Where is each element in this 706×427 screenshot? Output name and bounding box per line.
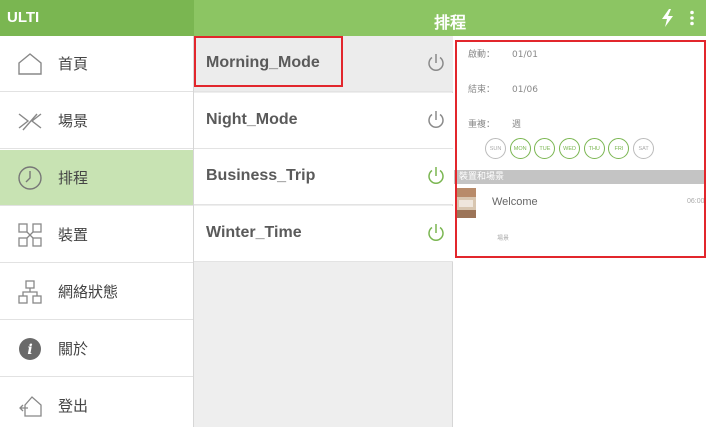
sidebar-item-scene[interactable]: 場景 (0, 93, 193, 149)
schedule-item-business-trip[interactable]: Business_Trip (194, 149, 453, 205)
page-title: 排程 (433, 13, 466, 32)
more-vert-icon[interactable] (689, 10, 695, 26)
power-toggle-icon[interactable] (426, 53, 446, 73)
clock-icon (16, 164, 44, 192)
scene-icon (16, 107, 44, 135)
logout-icon (16, 392, 44, 420)
home-icon (16, 50, 44, 78)
schedule-item-winter-time[interactable]: Winter_Time (194, 206, 453, 262)
bolt-icon[interactable] (661, 9, 675, 27)
schedule-item-night-mode[interactable]: Night_Mode (194, 93, 453, 149)
svg-text:i: i (27, 342, 32, 358)
sidebar-item-label: 關於 (58, 340, 89, 358)
power-toggle-icon[interactable] (426, 223, 446, 243)
sidebar-item-label: 網絡狀態 (58, 283, 119, 301)
network-icon (16, 278, 44, 306)
sidebar-item-home[interactable]: 首頁 (0, 36, 193, 92)
info-icon: i (16, 335, 44, 363)
highlight-box-detail (455, 40, 706, 258)
sidebar-item-label: 首頁 (58, 55, 89, 73)
devices-icon (16, 221, 44, 249)
power-toggle-icon[interactable] (426, 110, 446, 130)
sidebar: 首頁 場景 排程 裝置 網絡狀態 i 關於 登出 (0, 36, 194, 427)
schedule-name: Winter_Time (206, 224, 302, 241)
schedule-list: Morning_Mode Night_Mode Business_Trip Wi… (194, 36, 453, 427)
power-toggle-icon[interactable] (426, 166, 446, 186)
sidebar-item-schedule[interactable]: 排程 (0, 150, 193, 206)
sidebar-item-network[interactable]: 網絡狀態 (0, 264, 193, 320)
top-bar: ULTI 排程 (0, 0, 706, 36)
sidebar-item-logout[interactable]: 登出 (0, 378, 193, 427)
app-name: ULTI (7, 9, 40, 26)
sidebar-item-label: 登出 (58, 397, 89, 415)
schedule-name: Night_Mode (206, 111, 298, 128)
sidebar-item-label: 排程 (58, 169, 89, 187)
schedule-name: Business_Trip (206, 167, 316, 184)
sidebar-item-devices[interactable]: 裝置 (0, 207, 193, 263)
highlight-box-schedule (194, 36, 343, 87)
sidebar-item-about[interactable]: i 關於 (0, 321, 193, 377)
sidebar-item-label: 場景 (58, 112, 89, 130)
sidebar-item-label: 裝置 (58, 226, 89, 244)
